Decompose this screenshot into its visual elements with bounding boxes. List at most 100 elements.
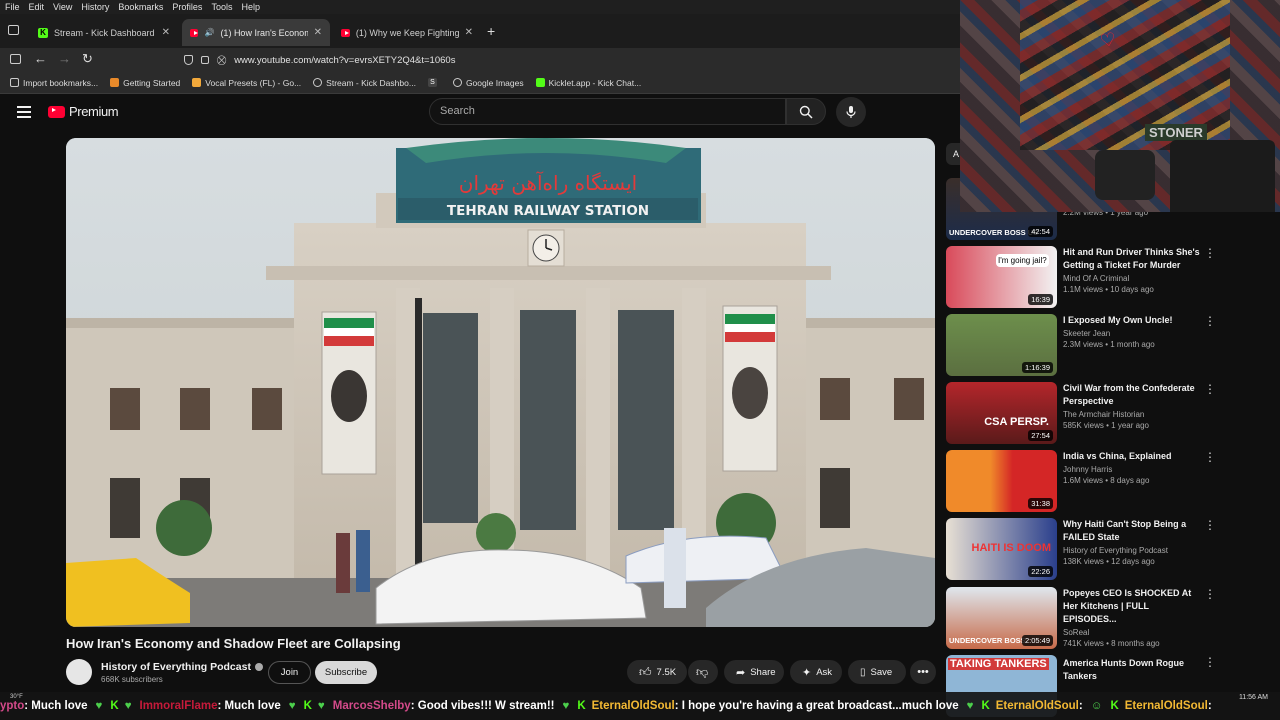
- channel-name[interactable]: History of Everything Podcast: [1063, 546, 1203, 555]
- tab-youtube-fighting[interactable]: (1) Why we Keep Fighting Stupi ✕: [333, 19, 481, 46]
- menu-edit[interactable]: Edit: [29, 2, 45, 12]
- recommended-video[interactable]: CSA PERSP. 27:54 Civil War from the Conf…: [946, 382, 1216, 444]
- voice-search-button[interactable]: [836, 97, 866, 127]
- bookmark-kick-dashboard[interactable]: Stream - Kick Dashbo...: [313, 78, 416, 88]
- more-options-icon[interactable]: ⋮: [1204, 587, 1216, 601]
- bookmark-getting-started[interactable]: Getting Started: [110, 78, 180, 88]
- speaker-icon[interactable]: 🔊: [204, 28, 214, 37]
- chat-message: : Much love: [24, 700, 88, 712]
- youtube-premium-logo[interactable]: Premium: [48, 104, 119, 119]
- more-actions-button[interactable]: •••: [910, 660, 936, 684]
- close-tab-icon[interactable]: ✕: [314, 27, 322, 38]
- bookmark-vocal-presets[interactable]: Vocal Presets (FL) - Go...: [192, 78, 301, 88]
- video-title[interactable]: I Exposed My Own Uncle!: [1063, 314, 1203, 327]
- video-title: How Iran's Economy and Shadow Fleet are …: [66, 636, 401, 651]
- heart-emote-icon: ♥: [288, 700, 296, 712]
- sidebar-toggle-icon[interactable]: [10, 54, 21, 64]
- bookmark-import[interactable]: Import bookmarks...: [10, 78, 98, 88]
- more-options-icon[interactable]: ⋮: [1204, 655, 1216, 669]
- hamburger-menu-icon[interactable]: [17, 106, 31, 118]
- forward-icon[interactable]: →: [58, 51, 71, 66]
- new-tab-icon[interactable]: +: [487, 23, 495, 39]
- channel-name[interactable]: The Armchair Historian: [1063, 410, 1203, 419]
- video-title[interactable]: Hit and Run Driver Thinks She's Getting …: [1063, 246, 1203, 272]
- video-frame: ایستگاه راه‌آهن تهران TEHRAN RAILWAY STA…: [66, 138, 935, 627]
- save-button[interactable]: ▯ Save: [848, 660, 906, 684]
- recommended-video[interactable]: 1:16:39 I Exposed My Own Uncle! Skeeter …: [946, 314, 1216, 376]
- dislike-button[interactable]: 👎︎: [688, 660, 718, 684]
- menu-profiles[interactable]: Profiles: [172, 2, 202, 12]
- recommended-video[interactable]: UNDERCOVER BOSS 2:05:49 Popeyes CEO Is S…: [946, 587, 1216, 649]
- close-tab-icon[interactable]: ✕: [162, 27, 170, 38]
- video-meta: 138K views • 12 days ago: [1063, 557, 1155, 566]
- back-icon[interactable]: ←: [34, 51, 47, 66]
- thumbnail-text: HAITI IS DOOM: [971, 542, 1051, 554]
- channel-name[interactable]: Mind Of A Criminal: [1063, 274, 1203, 283]
- tab-actions-icon[interactable]: [8, 25, 19, 35]
- video-title[interactable]: Popeyes CEO Is SHOCKED At Her Kitchens |…: [1063, 587, 1203, 626]
- bookmark-kicklet[interactable]: Kicklet.app - Kick Chat...: [535, 78, 641, 88]
- share-button[interactable]: ➦ Share: [724, 660, 784, 684]
- video-thumbnail[interactable]: UNDERCOVER BOSS 2:05:49: [946, 587, 1057, 649]
- ask-button[interactable]: ✦ Ask: [790, 660, 842, 684]
- tab-youtube-iran[interactable]: 🔊 (1) How Iran's Economy and ✕: [182, 19, 330, 46]
- more-options-icon[interactable]: ⋮: [1204, 450, 1216, 464]
- menu-file[interactable]: File: [5, 2, 20, 12]
- more-options-icon[interactable]: ⋮: [1204, 382, 1216, 396]
- menu-help[interactable]: Help: [241, 2, 260, 12]
- chat-username: EternalOldSoul: [995, 700, 1079, 712]
- permissions-icon[interactable]: ⛒: [217, 55, 226, 66]
- video-thumbnail[interactable]: CSA PERSP. 27:54: [946, 382, 1057, 444]
- more-options-icon[interactable]: ⋮: [1204, 246, 1216, 260]
- video-meta: 585K views • 1 year ago: [1063, 421, 1149, 430]
- youtube-icon: [341, 28, 350, 37]
- video-meta: 1.6M views • 8 days ago: [1063, 476, 1150, 485]
- menu-bar: File Edit View History Bookmarks Profile…: [0, 0, 960, 14]
- video-title[interactable]: Civil War from the Confederate Perspecti…: [1063, 382, 1203, 408]
- like-button[interactable]: 👍︎ 7.5K: [627, 660, 687, 684]
- thumbnail-text: CSA PERSP.: [984, 416, 1049, 428]
- channel-name[interactable]: Skeeter Jean: [1063, 329, 1203, 338]
- sparkle-icon: ✦: [802, 666, 812, 679]
- more-options-icon[interactable]: ⋮: [1204, 518, 1216, 532]
- subscribe-button[interactable]: Subscribe: [315, 661, 377, 684]
- video-title[interactable]: America Hunts Down Rogue Tankers: [1063, 657, 1203, 683]
- recommended-video[interactable]: I'm going jail? 16:39 Hit and Run Driver…: [946, 246, 1216, 308]
- close-tab-icon[interactable]: ✕: [465, 27, 473, 38]
- heart-emote-icon: ♥: [317, 700, 325, 712]
- tab-kick-dashboard[interactable]: K Stream - Kick Dashboard ✕: [30, 19, 178, 46]
- video-thumbnail[interactable]: 31:38: [946, 450, 1057, 512]
- chat-username: ypto: [0, 700, 25, 712]
- recommended-video[interactable]: 31:38 India vs China, Explained Johnny H…: [946, 450, 1216, 512]
- video-duration: 1:16:39: [1021, 362, 1053, 373]
- bookmark-s[interactable]: S: [427, 78, 441, 87]
- menu-bookmarks[interactable]: Bookmarks: [118, 2, 163, 12]
- search-input[interactable]: Search: [429, 98, 786, 125]
- chat-username: MarcosShelby: [332, 700, 411, 712]
- channel-name[interactable]: History of Everything Podcast: [101, 661, 263, 673]
- recommended-video[interactable]: HAITI IS DOOM 22:26 Why Haiti Can't Stop…: [946, 518, 1216, 580]
- address-bar[interactable]: ⛒ www.youtube.com/watch?v=evrsXETY2Q4&t=…: [176, 50, 956, 70]
- url-text[interactable]: www.youtube.com/watch?v=evrsXETY2Q4&t=10…: [234, 55, 455, 66]
- video-thumbnail[interactable]: I'm going jail? 16:39: [946, 246, 1057, 308]
- menu-view[interactable]: View: [53, 2, 72, 12]
- reload-icon[interactable]: ↻: [82, 51, 93, 67]
- video-title[interactable]: India vs China, Explained: [1063, 450, 1203, 463]
- search-button[interactable]: [786, 98, 826, 125]
- channel-name[interactable]: SoReal: [1063, 628, 1203, 637]
- menu-tools[interactable]: Tools: [211, 2, 232, 12]
- video-player[interactable]: ایستگاه راه‌آهن تهران TEHRAN RAILWAY STA…: [66, 138, 935, 627]
- bookmark-google-images[interactable]: Google Images: [452, 78, 524, 88]
- channel-avatar[interactable]: [66, 659, 92, 685]
- shield-icon[interactable]: [184, 55, 193, 65]
- video-thumbnail[interactable]: 1:16:39: [946, 314, 1057, 376]
- video-thumbnail[interactable]: HAITI IS DOOM 22:26: [946, 518, 1057, 580]
- lock-icon[interactable]: [201, 56, 209, 64]
- more-options-icon[interactable]: ⋮: [1204, 314, 1216, 328]
- video-title[interactable]: Why Haiti Can't Stop Being a FAILED Stat…: [1063, 518, 1203, 544]
- menu-history[interactable]: History: [81, 2, 109, 12]
- video-duration: 31:38: [1028, 498, 1053, 509]
- channel-name[interactable]: Johnny Harris: [1063, 465, 1203, 474]
- join-button[interactable]: Join: [268, 661, 311, 684]
- filter-chip[interactable]: A: [946, 143, 960, 165]
